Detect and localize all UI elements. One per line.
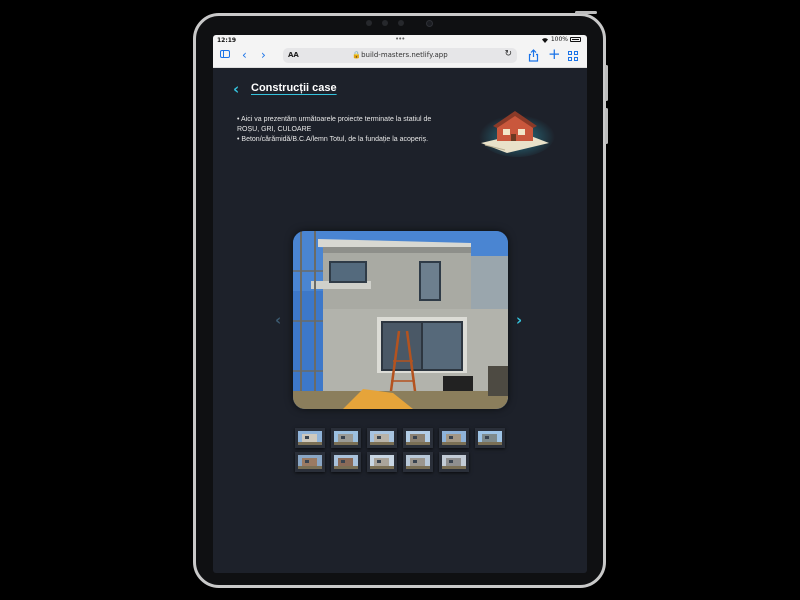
- thumbnail-photo: [442, 431, 466, 445]
- thumbnail-photo: [334, 455, 358, 469]
- screen: 12:19 ••• 100% ‹ › AA 🔒build-masters.net…: [213, 35, 587, 573]
- carousel-next-icon[interactable]: ›: [516, 311, 522, 329]
- page-title: Construcții case: [251, 82, 337, 94]
- url-value: build-masters.netlify.app: [361, 51, 448, 59]
- gallery-thumbnail[interactable]: [439, 452, 469, 472]
- gallery-thumbnail[interactable]: [403, 428, 433, 448]
- camera-strip: [366, 20, 436, 28]
- forward-icon[interactable]: ›: [261, 48, 266, 62]
- sidebar-toggle-icon[interactable]: [220, 50, 230, 58]
- thumbnail-photo: [298, 431, 322, 445]
- wifi-icon: [541, 37, 548, 43]
- house-photo: [293, 231, 508, 409]
- camera-dot: [382, 20, 388, 26]
- gallery-thumbnail[interactable]: [439, 428, 469, 448]
- gallery-thumbnail[interactable]: [331, 452, 361, 472]
- gallery-thumbnail[interactable]: [331, 428, 361, 448]
- page-content: ‹ Construcții case • Aici va prezentăm u…: [213, 68, 587, 573]
- thumbnail-photo: [442, 455, 466, 469]
- back-chevron-icon[interactable]: ‹: [233, 80, 239, 98]
- carousel-prev-icon[interactable]: ‹: [275, 311, 281, 329]
- battery-icon: [570, 37, 581, 42]
- camera-dot: [398, 20, 404, 26]
- thumbnail-photo: [406, 431, 430, 445]
- multitask-dots-icon[interactable]: •••: [395, 35, 405, 43]
- gallery-thumbnail[interactable]: [367, 428, 397, 448]
- status-bar: 12:19 ••• 100%: [213, 35, 587, 45]
- thumbnail-photo: [370, 431, 394, 445]
- thumbnail-photo: [478, 431, 502, 445]
- status-right: 100%: [541, 36, 581, 43]
- camera-dot: [366, 20, 372, 26]
- gallery-thumbnail[interactable]: [295, 428, 325, 448]
- thumbnail-photo: [406, 455, 430, 469]
- intro-text: • Aici va prezentăm următoarele proiecte…: [237, 115, 449, 145]
- gallery-thumbnail[interactable]: [475, 428, 505, 448]
- clock: 12:19: [217, 37, 237, 44]
- thumbnail-photo: [370, 455, 394, 469]
- volume-down-button: [605, 108, 608, 144]
- back-icon[interactable]: ‹: [242, 48, 247, 62]
- gallery-main-photo[interactable]: [293, 231, 508, 409]
- house-model-image: [479, 111, 555, 157]
- volume-up-button: [605, 65, 608, 101]
- tabs-overview-icon[interactable]: [568, 51, 578, 61]
- front-camera: [426, 20, 433, 27]
- gallery-thumbnail[interactable]: [367, 452, 397, 472]
- reload-icon[interactable]: ↻: [504, 49, 512, 59]
- thumbnail-photo: [298, 455, 322, 469]
- browser-toolbar: ‹ › AA 🔒build-masters.netlify.app ↻ +: [213, 45, 587, 68]
- gallery-thumbnail[interactable]: [295, 452, 325, 472]
- bullet-item: • Beton/cărămidă/B.C.A/lemn Totul, de la…: [237, 136, 429, 143]
- new-tab-icon[interactable]: +: [548, 47, 561, 62]
- battery-percent: 100%: [550, 36, 568, 43]
- share-icon[interactable]: [528, 49, 539, 62]
- url-text: 🔒build-masters.netlify.app: [352, 51, 448, 59]
- address-bar[interactable]: AA 🔒build-masters.netlify.app ↻: [283, 48, 517, 63]
- top-button: [575, 11, 597, 14]
- thumbnail-photo: [334, 431, 358, 445]
- gallery-thumbnail[interactable]: [403, 452, 433, 472]
- bullet-item: • Aici va prezentăm următoarele proiecte…: [237, 116, 432, 133]
